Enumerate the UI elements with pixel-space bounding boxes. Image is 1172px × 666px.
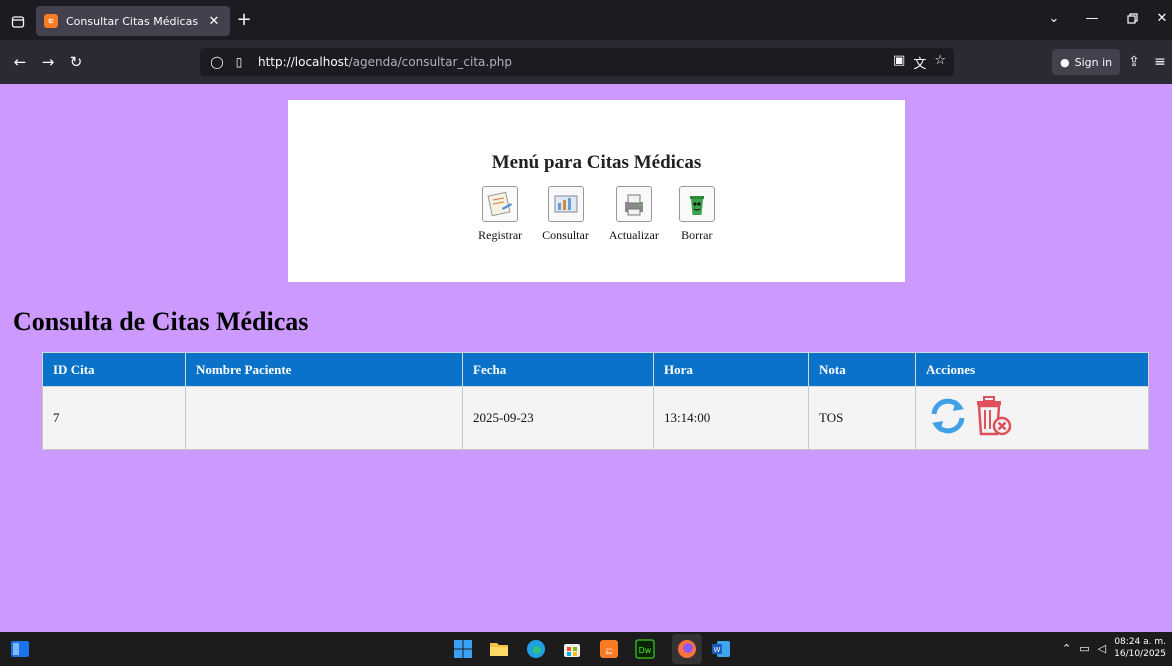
- back-arrow-icon: ←: [13, 53, 27, 71]
- delete-icon: [678, 186, 715, 222]
- page-content: Menú para Citas Médicas Registrar Consul…: [0, 84, 1172, 632]
- system-tray: ⌃ ▭ ◁ 08:24 a. m. 16/10/2025: [1062, 636, 1166, 660]
- browser-nav-bar: ← → ↻ ◯ ▯ http://localhost/agenda/consul…: [0, 40, 1172, 84]
- url-bar[interactable]: ◯ ▯ http://localhost/agenda/consultar_ci…: [200, 48, 954, 76]
- account-icon: ●: [1060, 55, 1070, 69]
- store-icon[interactable]: [562, 639, 582, 659]
- table-header-row: ID Cita Nombre Paciente Fecha Hora Nota …: [42, 352, 1149, 387]
- page-title: Consulta de Citas Médicas: [13, 307, 309, 336]
- extensions-icon[interactable]: ⇪: [1122, 48, 1146, 76]
- restore-icon: [1126, 12, 1138, 24]
- cell-nota: TOS: [808, 386, 916, 450]
- clock[interactable]: 08:24 a. m. 16/10/2025: [1114, 636, 1166, 660]
- cell-acciones: [915, 386, 1149, 450]
- restore-button[interactable]: [1112, 0, 1152, 36]
- close-window-button[interactable]: ✕: [1152, 0, 1172, 36]
- chevron-up-icon[interactable]: ⌃: [1062, 642, 1071, 655]
- tab-title: Consultar Citas Médicas: [66, 14, 199, 28]
- page-icon: ▯: [235, 55, 243, 69]
- menu-item-borrar[interactable]: Borrar: [678, 186, 715, 243]
- register-icon: [482, 186, 519, 222]
- tab-list-button[interactable]: [0, 4, 36, 40]
- menu-icon[interactable]: ≡: [1148, 48, 1172, 76]
- column-header-fecha: Fecha: [462, 352, 654, 387]
- file-explorer-icon[interactable]: [489, 639, 509, 659]
- cell-nombre: [185, 386, 463, 450]
- column-header-nota: Nota: [808, 352, 916, 387]
- tab-consultar-citas[interactable]: ಐ Consultar Citas Médicas ✕: [36, 6, 230, 36]
- menu-item-actualizar[interactable]: Actualizar: [609, 186, 659, 243]
- menu-title: Menú para Citas Médicas: [491, 152, 702, 173]
- shield-icon: ◯: [210, 55, 224, 69]
- refresh-update-icon[interactable]: [926, 394, 970, 442]
- dreamweaver-icon[interactable]: Dw: [635, 639, 655, 659]
- widgets-icon[interactable]: [10, 639, 30, 659]
- list-all-tabs-icon[interactable]: ⌄: [1036, 0, 1072, 36]
- consult-icon: [547, 186, 584, 222]
- menu-item-registrar[interactable]: Registrar: [478, 186, 522, 243]
- tab-list-icon: [11, 16, 25, 28]
- table-row: 7 2025-09-23 13:14:00 TOS: [42, 386, 1149, 450]
- trash-delete-icon[interactable]: [972, 394, 1014, 442]
- url-text: http://localhost/agenda/consultar_cita.p…: [258, 55, 513, 69]
- svg-text:ಐ: ಐ: [605, 643, 613, 657]
- reload-icon: ↻: [69, 53, 83, 71]
- translate-icon[interactable]: 文: [913, 53, 926, 72]
- new-tab-button[interactable]: +: [230, 8, 258, 34]
- volume-icon[interactable]: ◁: [1098, 642, 1106, 655]
- reader-view-icon[interactable]: ▣: [893, 53, 905, 72]
- back-button[interactable]: ←: [6, 48, 34, 76]
- update-icon: [615, 186, 652, 222]
- column-header-id: ID Cita: [42, 352, 186, 387]
- close-tab-icon[interactable]: ✕: [206, 14, 222, 29]
- forward-button[interactable]: →: [34, 48, 62, 76]
- bookmark-star-icon[interactable]: ☆: [934, 53, 946, 72]
- taskbar: ಐ Dw W ⌃ ▭ ◁ 08:24 a. m. 16/10/2025: [0, 632, 1172, 666]
- cell-id: 7: [42, 386, 186, 450]
- column-header-acciones: Acciones: [915, 352, 1149, 387]
- forward-arrow-icon: →: [41, 53, 55, 71]
- network-icon[interactable]: ▭: [1079, 642, 1089, 655]
- firefox-icon[interactable]: [672, 634, 702, 664]
- cell-fecha: 2025-09-23: [462, 386, 654, 450]
- menu-items: Registrar Consultar Actualizar Borrar: [288, 186, 905, 243]
- svg-text:W: W: [714, 646, 721, 654]
- xampp-taskbar-icon[interactable]: ಐ: [599, 639, 619, 659]
- column-header-hora: Hora: [653, 352, 809, 387]
- xampp-icon: ಐ: [44, 14, 58, 28]
- cell-hora: 13:14:00: [653, 386, 809, 450]
- column-header-nombre: Nombre Paciente: [185, 352, 463, 387]
- minimize-button[interactable]: —: [1072, 0, 1112, 36]
- menu-panel: Menú para Citas Médicas Registrar Consul…: [288, 100, 905, 282]
- menu-item-consultar[interactable]: Consultar: [542, 186, 589, 243]
- citas-table: ID Cita Nombre Paciente Fecha Hora Nota …: [42, 352, 1149, 450]
- browser-tab-bar: ಐ Consultar Citas Médicas ✕ + ⌄ — ✕: [0, 0, 1172, 40]
- reload-button[interactable]: ↻: [62, 48, 90, 76]
- start-icon[interactable]: [453, 639, 473, 659]
- sign-in-button[interactable]: ● Sign in: [1052, 49, 1121, 75]
- svg-text:Dw: Dw: [639, 646, 652, 655]
- word-icon[interactable]: W: [711, 639, 731, 659]
- edge-icon[interactable]: [526, 639, 546, 659]
